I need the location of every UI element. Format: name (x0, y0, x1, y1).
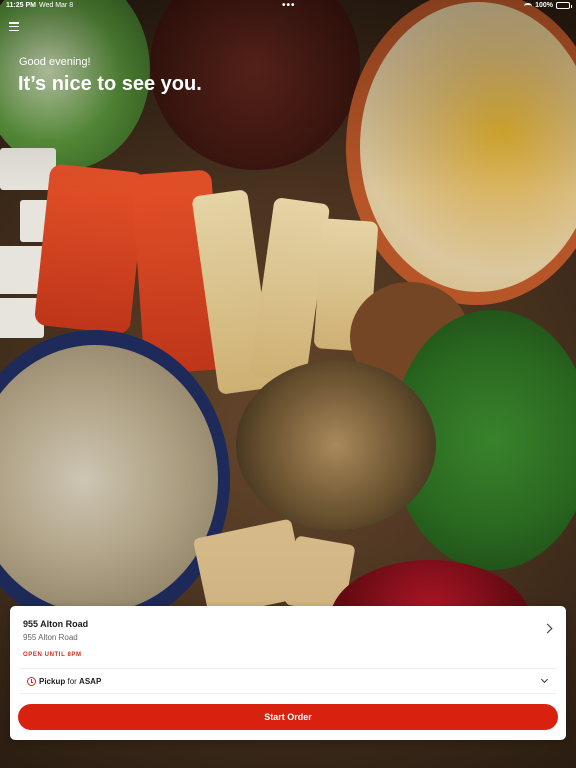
order-time-label: Pickup for ASAP (39, 677, 101, 686)
location-address: 955 Alton Road (23, 633, 78, 642)
order-connector: for (67, 677, 77, 686)
multitasking-dots-icon[interactable]: ••• (282, 0, 296, 11)
status-date: Wed Mar 8 (39, 2, 74, 9)
location-card: 955 Alton Road 955 Alton Road OPEN UNTIL… (10, 606, 566, 740)
clock-icon (27, 677, 36, 686)
location-hours: OPEN UNTIL 8PM (23, 652, 82, 658)
greeting-text: Good evening! (19, 56, 91, 68)
order-time: ASAP (79, 677, 102, 686)
status-bar: 11:25 PM Wed Mar 8 ••• 100% (0, 0, 576, 12)
order-time-selector[interactable]: Pickup for ASAP (20, 668, 556, 694)
location-name: 955 Alton Road (23, 619, 89, 629)
battery-percent: 100% (535, 2, 553, 9)
status-time: 11:25 PM (6, 2, 36, 9)
battery-icon (556, 2, 572, 9)
chevron-right-icon (542, 623, 553, 634)
chevron-down-icon (540, 675, 549, 684)
welcome-heading: It’s nice to see you. (18, 73, 202, 95)
menu-icon[interactable] (9, 22, 19, 31)
location-selector[interactable]: 955 Alton Road 955 Alton Road OPEN UNTIL… (10, 606, 566, 664)
wifi-icon (524, 2, 533, 9)
start-order-button[interactable]: Start Order (18, 704, 558, 730)
status-indicators: 100% (524, 2, 572, 9)
order-mode: Pickup (39, 677, 66, 686)
